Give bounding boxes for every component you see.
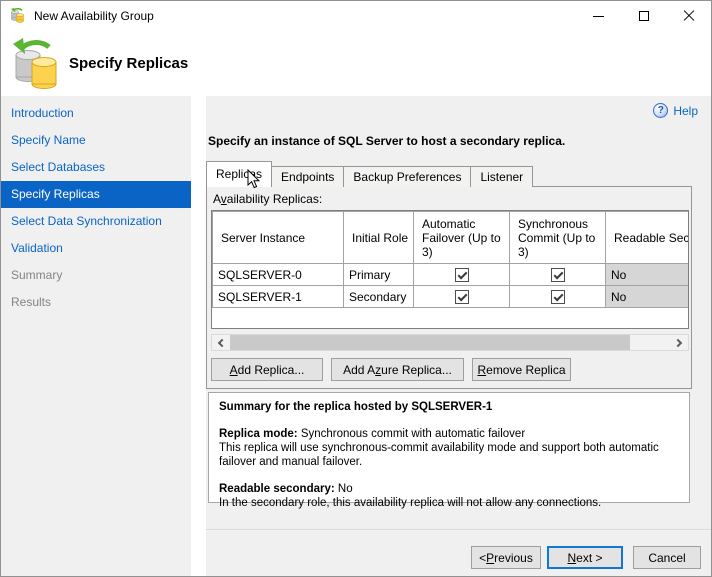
maximize-icon bbox=[639, 11, 649, 21]
col-header-readable-secondary: Readable Secondary bbox=[606, 212, 690, 264]
sidebar-item-specify-name[interactable]: Specify Name bbox=[1, 127, 191, 154]
col-header-synchronous-commit: Synchronous Commit (Up to 3) bbox=[510, 212, 606, 264]
cancel-button[interactable]: Cancel bbox=[633, 546, 701, 569]
cell-server-instance[interactable]: SQLSERVER-0 bbox=[213, 264, 344, 286]
instruction-text: Specify an instance of SQL Server to hos… bbox=[208, 134, 565, 148]
chevron-right-icon bbox=[674, 338, 682, 346]
new-availability-group-dialog: New Availability Group Specify Replicas … bbox=[0, 0, 712, 577]
replica-buttons-row: Add Replica... Add Azure Replica... Remo… bbox=[211, 358, 571, 381]
minimize-button[interactable] bbox=[576, 1, 621, 31]
replicas-database-icon bbox=[11, 36, 63, 90]
add-azure-replica-button[interactable]: Add Azure Replica... bbox=[331, 358, 464, 381]
help-link[interactable]: Help bbox=[653, 103, 698, 118]
sidebar-item-specify-replicas[interactable]: Specify Replicas bbox=[1, 181, 191, 208]
summary-readable-secondary: Readable secondary: No In the secondary … bbox=[219, 482, 679, 510]
window-title: New Availability Group bbox=[34, 1, 154, 31]
col-header-initial-role: Initial Role bbox=[344, 212, 414, 264]
add-replica-button[interactable]: Add Replica... bbox=[211, 358, 323, 381]
replica-row-sqlserver-0: SQLSERVER-0 Primary No bbox=[213, 264, 690, 286]
page-title: Specify Replicas bbox=[69, 55, 188, 72]
cell-server-instance[interactable]: SQLSERVER-1 bbox=[213, 286, 344, 308]
main-content: Help Specify an instance of SQL Server t… bbox=[206, 96, 711, 576]
replicas-tab-panel: Availability Replicas: Server Instance I… bbox=[206, 186, 692, 389]
scrollbar-thumb[interactable] bbox=[230, 335, 630, 350]
replica-mode-description: This replica will use synchronous-commit… bbox=[219, 441, 679, 469]
sidebar-item-introduction[interactable]: Introduction bbox=[1, 100, 191, 127]
previous-button[interactable]: < Previous bbox=[471, 546, 541, 569]
grid-header-row: Server Instance Initial Role Automatic F… bbox=[213, 212, 690, 264]
remove-replica-button[interactable]: Remove Replica bbox=[472, 358, 571, 381]
chevron-left-icon bbox=[218, 338, 226, 346]
maximize-button[interactable] bbox=[621, 1, 666, 31]
col-header-automatic-failover: Automatic Failover (Up to 3) bbox=[414, 212, 510, 264]
cell-automatic-failover[interactable] bbox=[414, 286, 510, 308]
replica-tabstrip: Replicas Endpoints Backup Preferences Li… bbox=[206, 161, 532, 187]
cell-synchronous-commit[interactable] bbox=[510, 264, 606, 286]
readable-secondary-label: Readable secondary: bbox=[219, 483, 335, 495]
replica-summary-panel: Summary for the replica hosted by SQLSER… bbox=[208, 392, 690, 503]
synchronous-commit-checkbox[interactable] bbox=[551, 290, 565, 304]
grid-horizontal-scrollbar[interactable] bbox=[211, 334, 689, 351]
tab-backup-preferences[interactable]: Backup Preferences bbox=[343, 166, 471, 187]
readable-secondary-description: In the secondary role, this availability… bbox=[219, 496, 679, 510]
automatic-failover-checkbox[interactable] bbox=[455, 290, 469, 304]
close-icon bbox=[683, 10, 695, 22]
cell-automatic-failover[interactable] bbox=[414, 264, 510, 286]
replica-row-sqlserver-1: SQLSERVER-1 Secondary No bbox=[213, 286, 690, 308]
summary-replica-mode: Replica mode: Synchronous commit with au… bbox=[219, 427, 679, 469]
cell-readable-secondary[interactable]: No bbox=[606, 264, 690, 286]
help-label: Help bbox=[673, 104, 698, 118]
sidebar-item-results: Results bbox=[1, 289, 191, 316]
availability-replicas-label: Availability Replicas: bbox=[213, 192, 322, 206]
cell-readable-secondary[interactable]: No bbox=[606, 286, 690, 308]
availability-replicas-grid: Server Instance Initial Role Automatic F… bbox=[211, 210, 689, 329]
wizard-header: Specify Replicas bbox=[1, 31, 711, 96]
replica-mode-value: Synchronous commit with automatic failov… bbox=[301, 428, 525, 440]
minimize-icon bbox=[593, 16, 604, 17]
close-button[interactable] bbox=[666, 1, 711, 31]
next-button[interactable]: Next > bbox=[547, 546, 623, 569]
cell-initial-role[interactable]: Primary bbox=[344, 264, 414, 286]
help-icon bbox=[653, 103, 668, 118]
sidebar-item-summary: Summary bbox=[1, 262, 191, 289]
sidebar-item-select-data-synchronization[interactable]: Select Data Synchronization bbox=[1, 208, 191, 235]
footer-divider bbox=[206, 529, 711, 531]
cell-synchronous-commit[interactable] bbox=[510, 286, 606, 308]
scroll-left-arrow[interactable] bbox=[212, 335, 229, 350]
wizard-steps-sidebar: Introduction Specify Name Select Databas… bbox=[1, 96, 191, 576]
title-bar: New Availability Group bbox=[1, 1, 711, 31]
col-header-server-instance: Server Instance bbox=[213, 212, 344, 264]
sidebar-item-validation[interactable]: Validation bbox=[1, 235, 191, 262]
synchronous-commit-checkbox[interactable] bbox=[551, 268, 565, 282]
tab-replicas[interactable]: Replicas bbox=[206, 161, 272, 187]
cell-initial-role[interactable]: Secondary bbox=[344, 286, 414, 308]
tab-endpoints[interactable]: Endpoints bbox=[271, 166, 344, 187]
summary-title: Summary for the replica hosted by SQLSER… bbox=[219, 400, 679, 414]
replica-mode-label: Replica mode: bbox=[219, 428, 298, 440]
sidebar-divider bbox=[191, 96, 206, 576]
readable-secondary-value: No bbox=[338, 483, 353, 495]
availability-group-icon bbox=[10, 8, 26, 24]
automatic-failover-checkbox[interactable] bbox=[455, 268, 469, 282]
scroll-right-arrow[interactable] bbox=[671, 335, 688, 350]
tab-listener[interactable]: Listener bbox=[470, 166, 533, 187]
sidebar-item-select-databases[interactable]: Select Databases bbox=[1, 154, 191, 181]
